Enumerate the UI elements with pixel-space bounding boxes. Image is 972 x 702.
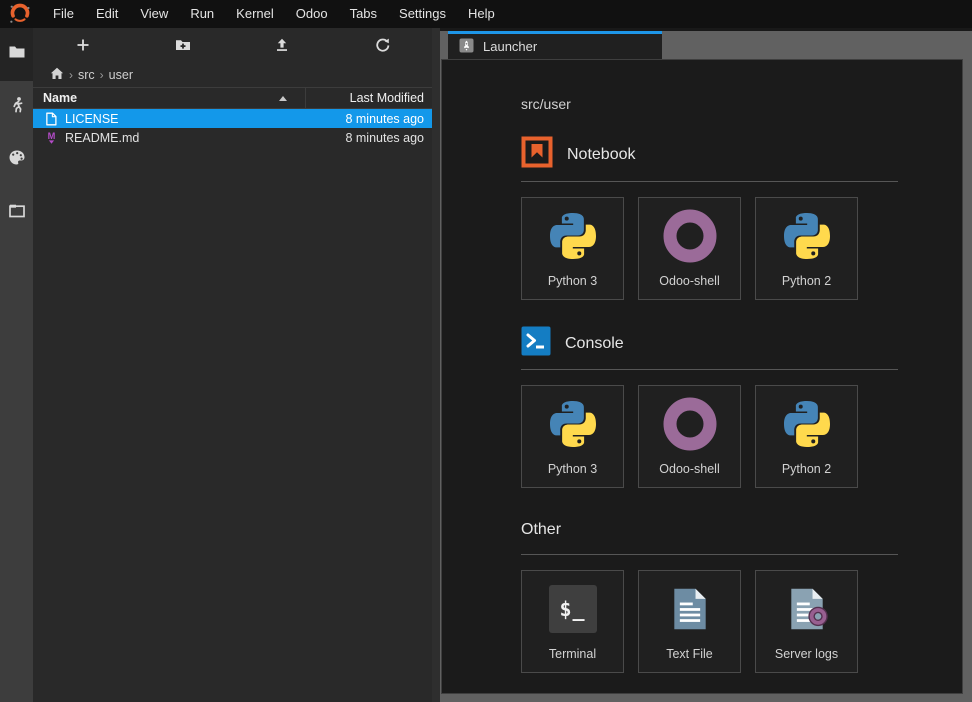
activity-sidebar	[0, 28, 33, 702]
launcher-card-console-odoo-shell[interactable]: Odoo-shell	[638, 385, 741, 488]
launcher-card-console-python3[interactable]: Python 3	[521, 385, 624, 488]
odoo-ring	[662, 386, 718, 462]
odoo-sh-logo	[8, 2, 32, 26]
launcher-section-console: Console Python 3	[521, 326, 898, 488]
section-title: Notebook	[567, 146, 636, 164]
breadcrumb: › src › user	[33, 62, 432, 87]
jupyterlab-window: File Edit View Run Kernel Odoo Tabs Sett…	[0, 0, 972, 702]
breadcrumb-item-src[interactable]: src	[78, 68, 95, 82]
card-label: Python 2	[782, 274, 831, 288]
dock-tab-bar: Launcher	[441, 31, 963, 59]
section-title: Other	[521, 521, 561, 539]
card-label: Python 2	[782, 462, 831, 476]
new-launcher-button[interactable]	[33, 28, 133, 62]
new-folder-button[interactable]	[133, 28, 233, 62]
launcher-panel: src/user Notebook	[441, 59, 963, 694]
section-title: Console	[565, 335, 624, 353]
running-person-icon	[8, 96, 26, 119]
markdown-icon: M	[44, 130, 58, 145]
file-row-readme[interactable]: M README.md 8 minutes ago	[33, 128, 432, 147]
launcher-section-other: Other $_ Terminal	[521, 514, 898, 673]
launcher-card-notebook-python2[interactable]: Python 2	[755, 197, 858, 300]
palette-icon	[8, 149, 26, 172]
section-divider	[521, 181, 898, 182]
launcher-card-notebook-odoo-shell[interactable]: Odoo-shell	[638, 197, 741, 300]
column-header-last-modified[interactable]: Last Modified	[305, 88, 432, 108]
open-tabs-icon	[8, 202, 26, 225]
card-label: Server logs	[775, 647, 838, 661]
card-label: Python 3	[548, 274, 597, 288]
sidebar-tab-open-tabs[interactable]	[0, 187, 33, 240]
launcher-section-notebook: Notebook Python	[521, 136, 898, 300]
menubar: File Edit View Run Kernel Odoo Tabs Sett…	[0, 0, 972, 28]
tab-launcher-label: Launcher	[483, 39, 537, 54]
launcher-rocket-icon	[459, 38, 474, 56]
card-label: Python 3	[548, 462, 597, 476]
launcher-card-console-python2[interactable]: Python 2	[755, 385, 858, 488]
menu-edit[interactable]: Edit	[85, 0, 129, 28]
python-logo	[784, 198, 830, 274]
launcher-card-text-file[interactable]: Text File	[638, 570, 741, 673]
launcher-card-notebook-python3[interactable]: Python 3	[521, 197, 624, 300]
panel-splitter[interactable]	[432, 28, 440, 702]
card-label: Odoo-shell	[659, 462, 719, 476]
file-row-license[interactable]: LICENSE 8 minutes ago	[33, 109, 432, 128]
python-logo	[550, 198, 596, 274]
python-logo	[784, 386, 830, 462]
menu-odoo[interactable]: Odoo	[285, 0, 339, 28]
launcher-card-terminal[interactable]: $_ Terminal	[521, 570, 624, 673]
file-name: README.md	[65, 131, 139, 145]
card-label: Text File	[666, 647, 713, 661]
main-area: › src › user Name Last Modified	[0, 28, 972, 702]
file-browser-panel: › src › user Name Last Modified	[33, 28, 432, 702]
tab-launcher[interactable]: Launcher	[448, 31, 662, 59]
odoo-ring	[662, 198, 718, 274]
section-divider	[521, 554, 898, 555]
launcher-card-server-logs[interactable]: Server logs	[755, 570, 858, 673]
menu-help[interactable]: Help	[457, 0, 506, 28]
breadcrumb-item-user[interactable]: user	[109, 68, 133, 82]
server-logs-icon	[783, 571, 831, 647]
refresh-button[interactable]	[332, 28, 432, 62]
sort-ascending-caret	[279, 96, 287, 101]
file-name: LICENSE	[65, 112, 119, 126]
menu-tabs[interactable]: Tabs	[339, 0, 388, 28]
breadcrumb-separator: ›	[69, 68, 73, 82]
refresh-icon	[374, 37, 390, 53]
file-modified: 8 minutes ago	[345, 112, 432, 126]
menu-run[interactable]: Run	[179, 0, 225, 28]
sidebar-tab-file-browser[interactable]	[0, 28, 33, 81]
file-modified: 8 minutes ago	[345, 131, 432, 145]
file-icon	[44, 111, 58, 126]
plus-icon	[75, 37, 91, 53]
menu-kernel[interactable]: Kernel	[225, 0, 285, 28]
card-label: Terminal	[549, 647, 596, 661]
card-label: Odoo-shell	[659, 274, 719, 288]
home-icon[interactable]	[50, 67, 64, 83]
file-list-header: Name Last Modified	[33, 87, 432, 109]
column-header-name[interactable]: Name	[33, 91, 305, 105]
text-file-icon	[666, 571, 714, 647]
menu-file[interactable]: File	[42, 0, 85, 28]
sidebar-tab-commands[interactable]	[0, 134, 33, 187]
menu-settings[interactable]: Settings	[388, 0, 457, 28]
column-name-label: Name	[43, 91, 77, 105]
launcher-cwd: src/user	[521, 96, 922, 112]
sidebar-tab-running-sessions[interactable]	[0, 81, 33, 134]
dock-area: Launcher src/user	[440, 28, 972, 702]
console-icon	[521, 326, 551, 361]
terminal-icon: $_	[549, 571, 597, 647]
menu-view[interactable]: View	[129, 0, 179, 28]
svg-text:M: M	[47, 131, 55, 141]
new-folder-icon	[175, 37, 191, 53]
breadcrumb-separator: ›	[100, 68, 104, 82]
section-divider	[521, 369, 898, 370]
upload-icon	[274, 37, 290, 53]
upload-button[interactable]	[233, 28, 333, 62]
python-logo	[550, 386, 596, 462]
folder-icon	[8, 43, 26, 66]
file-browser-toolbar	[33, 28, 432, 62]
notebook-icon	[521, 136, 553, 173]
